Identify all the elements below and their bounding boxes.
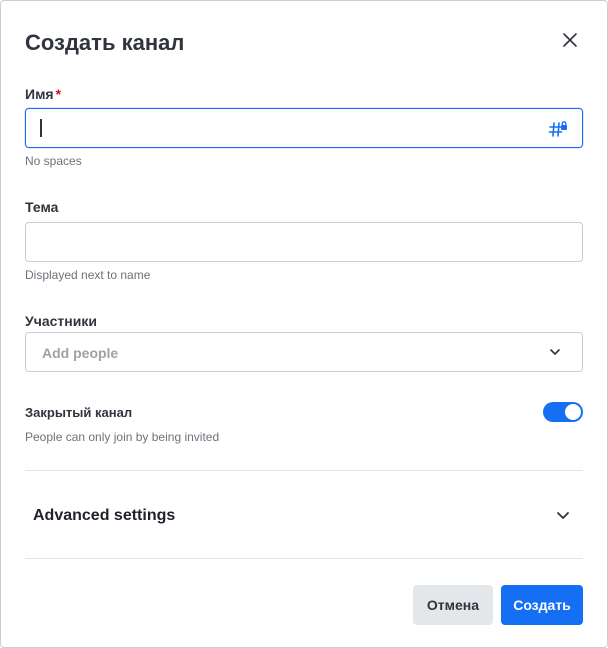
- required-mark: *: [55, 86, 62, 102]
- toggle-knob: [565, 404, 581, 420]
- topic-hint: Displayed next to name: [25, 268, 151, 282]
- name-input[interactable]: [25, 108, 583, 148]
- cancel-button[interactable]: Отмена: [413, 585, 493, 625]
- private-channel-label: Закрытый канал: [25, 405, 133, 420]
- name-hint: No spaces: [25, 154, 82, 168]
- members-label: Участники: [25, 313, 97, 329]
- divider-bottom: [25, 558, 583, 559]
- chevron-down-icon: [550, 349, 560, 355]
- members-placeholder: Add people: [42, 345, 119, 361]
- members-select[interactable]: Add people: [25, 332, 583, 372]
- divider-top: [25, 470, 583, 471]
- close-button[interactable]: [557, 27, 583, 53]
- topic-input[interactable]: [25, 222, 583, 262]
- name-label: Имя *: [25, 85, 61, 103]
- advanced-settings-label: Advanced settings: [33, 507, 176, 524]
- chevron-down-icon: [557, 512, 569, 519]
- text-caret: [40, 119, 42, 137]
- advanced-settings-toggle[interactable]: Advanced settings: [25, 495, 583, 535]
- create-channel-modal: Создать канал Имя * No spaces Тема Displa…: [0, 0, 608, 648]
- hash-lock-icon: [548, 121, 567, 137]
- name-label-text: Имя: [25, 86, 54, 102]
- create-button[interactable]: Создать: [501, 585, 583, 625]
- modal-title: Создать канал: [25, 30, 185, 55]
- close-icon: [563, 33, 577, 47]
- topic-label: Тема: [25, 199, 59, 215]
- private-channel-toggle[interactable]: [543, 402, 583, 422]
- private-channel-hint: People can only join by being invited: [25, 430, 220, 444]
